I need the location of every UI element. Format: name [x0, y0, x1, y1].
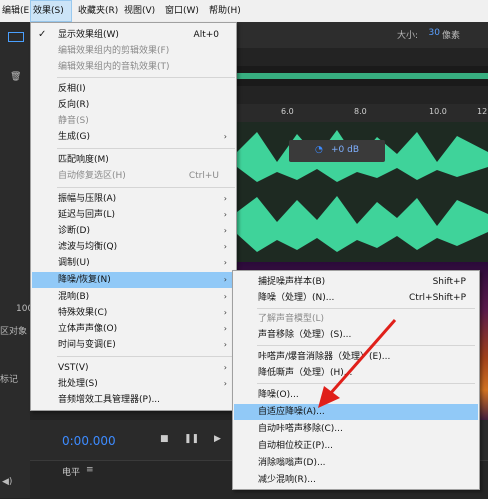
menu-window[interactable]: 窗口(W) [163, 0, 201, 22]
menu-item-silence: 静音(S) [58, 116, 89, 126]
menu-item-vst[interactable]: VST(V) › [32, 360, 235, 376]
stop-icon[interactable]: ■ [160, 434, 169, 444]
menu-item-special[interactable]: 特殊效果(C) › [32, 305, 235, 321]
menu-item-edit-clip-effects: 编辑效果组内的剪辑效果(F) [58, 46, 170, 56]
menu-item-delay-echo[interactable]: 延迟与回声(L) › [32, 207, 235, 223]
chevron-right-icon: › [223, 275, 227, 284]
chevron-right-icon: › [223, 340, 227, 349]
panel-menu-icon[interactable]: ≡ [86, 465, 94, 475]
menu-item-time-pitch[interactable]: 时间与变调(E) › [32, 337, 235, 353]
menu-bar: 编辑(E) 效果(S) 收藏夹(R) 视图(V) 窗口(W) 帮助(H) [0, 0, 488, 23]
hud-volume[interactable]: ◔ +0 dB [289, 140, 385, 162]
separator [57, 187, 235, 188]
brush-size-value[interactable]: 30 [429, 28, 440, 38]
chevron-right-icon: › [223, 258, 227, 267]
waveform-display[interactable]: ◔ +0 dB [237, 122, 488, 262]
menu-item-auto-heal: 自动修复选区(H) Ctrl+U [58, 171, 219, 181]
chevron-right-icon: › [223, 292, 227, 301]
menu-item-plugin-manager[interactable]: 音频增效工具管理器(P)... [32, 392, 235, 408]
overview-waveform [237, 73, 488, 79]
separator [57, 148, 235, 149]
separator [257, 308, 475, 309]
chevron-right-icon: › [223, 308, 227, 317]
menu-item-generate[interactable]: 生成(G) › [32, 129, 235, 145]
menu-item-match-loudness[interactable]: 匹配响度(M) [32, 152, 235, 168]
marker-label: 标记 [0, 375, 19, 385]
speaker-icon[interactable]: ◀) [2, 477, 12, 487]
menu-help[interactable]: 帮助(H) [207, 0, 243, 22]
chevron-right-icon: › [223, 132, 227, 141]
chevron-right-icon: › [223, 363, 227, 372]
chevron-right-icon: › [223, 242, 227, 251]
brush-size-unit: 像素 [441, 31, 460, 41]
chevron-right-icon: › [223, 210, 227, 219]
volume-knob-icon[interactable]: ◔ [315, 145, 323, 155]
effects-menu: ✓ 显示效果组(W) Alt+0 编辑效果组内的剪辑效果(F) 编辑效果组内的音轨效… [30, 22, 237, 411]
region-object-label: 区对象 [0, 327, 28, 337]
menu-item-noise-reduction[interactable]: 降噪/恢复(N) › [32, 272, 235, 288]
check-icon: ✓ [38, 29, 47, 40]
chevron-right-icon: › [223, 379, 227, 388]
pause-icon[interactable]: ❚❚ [184, 434, 199, 444]
menu-item-filter-eq[interactable]: 滤波与均衡(Q) › [32, 239, 235, 255]
play-icon[interactable]: ▶ [214, 434, 221, 444]
time-ruler[interactable]: 6.0 8.0 10.0 12.0 [237, 104, 488, 123]
menu-item-dereverb[interactable]: 减少混响(R)... [234, 472, 478, 488]
chevron-right-icon: › [223, 194, 227, 203]
menu-item-diagnostics[interactable]: 诊断(D) › [32, 223, 235, 239]
menu-item-capture-noise-print[interactable]: 捕捉噪声样本(B) Shift+P [234, 274, 478, 290]
menu-item-modulation[interactable]: 调制(U) › [32, 255, 235, 271]
menu-item-stereo-imagery[interactable]: 立体声声像(O) › [32, 321, 235, 337]
brush-size-label: 大小: [396, 31, 418, 41]
menu-item-auto-click-remover[interactable]: 自动咔嗒声移除(C)... [234, 421, 478, 437]
ruler-tick: 6.0 [281, 107, 294, 116]
menu-item-auto-phase-correction[interactable]: 自动相位校正(P)... [234, 438, 478, 454]
timecode-display: 0:00.000 [62, 434, 116, 448]
menu-item-edit-track-effects: 编辑效果组内的音轨效果(T) [58, 62, 170, 72]
menu-item-invert[interactable]: 反相(I) [32, 81, 235, 97]
volume-value: +0 dB [331, 145, 360, 155]
menu-item-amplitude[interactable]: 振幅与压限(A) › [32, 191, 235, 207]
chevron-right-icon: › [223, 324, 227, 333]
ruler-tick: 10.0 [429, 107, 447, 116]
menu-effects[interactable]: 效果(S) [30, 0, 72, 22]
menu-item-show-effects-rack[interactable]: ✓ 显示效果组(W) Alt+0 [32, 27, 235, 43]
menu-favorites[interactable]: 收藏夹(R) [76, 0, 120, 22]
chevron-right-icon: › [223, 226, 227, 235]
toolbar: 大小: 30 像素 [237, 22, 488, 48]
menu-item-reverse[interactable]: 反向(R) [32, 97, 235, 113]
panel-icon [8, 32, 24, 42]
files-panel: 🗑 100 区对象 标记 ◀) [0, 22, 33, 498]
separator [57, 356, 235, 357]
ruler-tick: 12.0 [477, 107, 488, 116]
waveform-overview[interactable] [237, 66, 488, 86]
menu-item-dehummer[interactable]: 消除嗡嗡声(D)... [234, 455, 478, 471]
annotation-arrow-icon [318, 319, 397, 408]
menu-item-reverb[interactable]: 混响(B) › [32, 289, 235, 305]
ruler-tick: 8.0 [354, 107, 367, 116]
separator [57, 77, 235, 78]
level-panel-title: 电平 [62, 468, 81, 478]
trash-icon[interactable]: 🗑 [10, 72, 21, 82]
menu-item-batch[interactable]: 批处理(S) › [32, 376, 235, 392]
menu-view[interactable]: 视图(V) [122, 0, 157, 22]
menu-item-noise-reduction-process[interactable]: 降噪（处理）(N)... Ctrl+Shift+P [234, 290, 478, 306]
